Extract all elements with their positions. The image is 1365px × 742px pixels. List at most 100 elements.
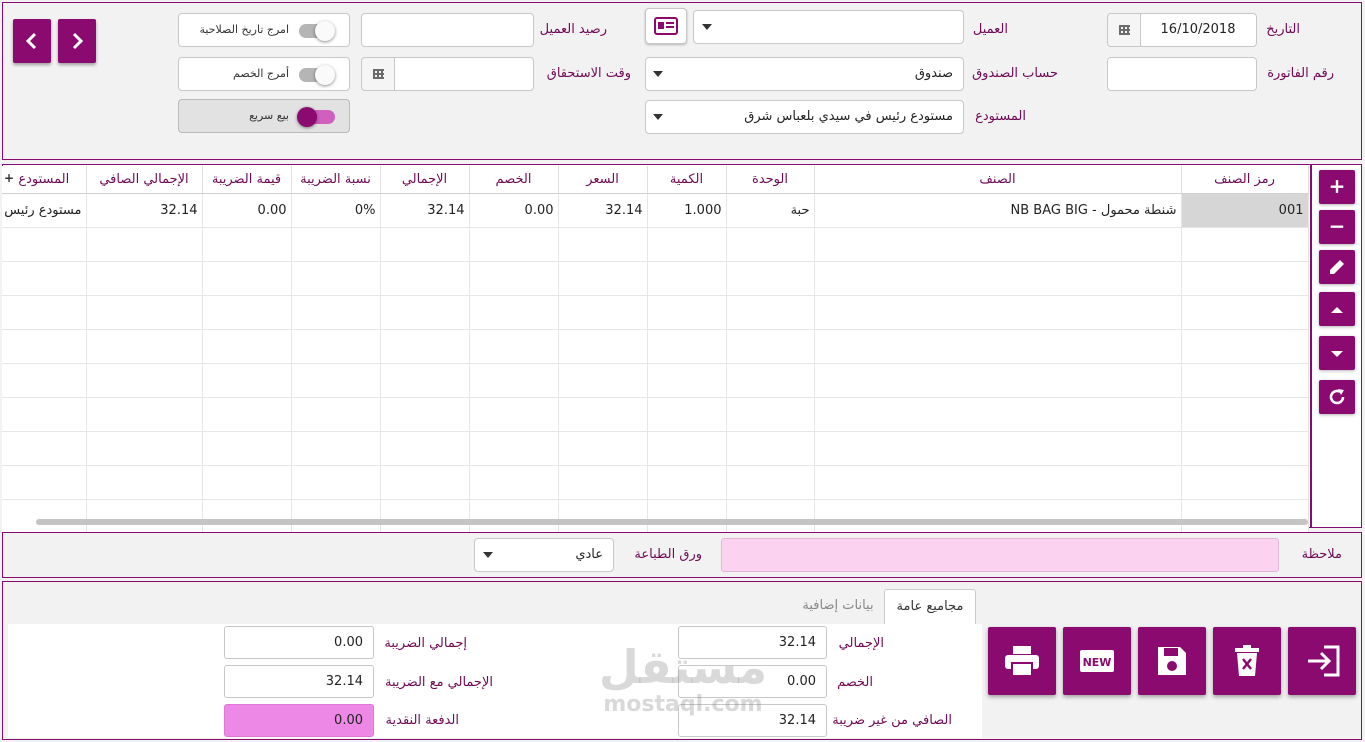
table-cell[interactable] — [202, 261, 292, 296]
table-cell[interactable] — [469, 261, 559, 296]
expiry-toggle-switch[interactable] — [299, 21, 335, 41]
table-cell[interactable] — [647, 295, 727, 330]
table-cell[interactable] — [202, 227, 292, 262]
table-cell[interactable] — [647, 261, 727, 296]
table-cell[interactable] — [86, 363, 203, 398]
date-calendar-button[interactable] — [1107, 13, 1141, 47]
cash-payment-field[interactable]: 0.00 — [224, 704, 374, 737]
prev-record-button[interactable] — [13, 19, 51, 63]
table-cell[interactable] — [2, 465, 87, 500]
table-cell[interactable] — [814, 465, 1182, 500]
table-row[interactable] — [2, 465, 1309, 500]
print-paper-select[interactable]: عادي — [474, 538, 614, 572]
table-cell[interactable] — [814, 499, 1182, 534]
table-cell[interactable] — [202, 465, 292, 500]
table-cell[interactable] — [558, 363, 648, 398]
table-cell[interactable] — [380, 295, 470, 330]
tab-extra-data[interactable]: بيانات إضافية — [792, 589, 884, 623]
table-row[interactable] — [2, 261, 1309, 296]
column-header[interactable]: الإجمالي الصافي — [86, 166, 203, 194]
table-cell[interactable] — [202, 397, 292, 432]
table-cell[interactable] — [1181, 295, 1309, 330]
table-row[interactable] — [2, 227, 1309, 262]
table-cell[interactable] — [469, 227, 559, 262]
table-cell[interactable] — [291, 261, 381, 296]
table-cell[interactable] — [291, 295, 381, 330]
delete-button[interactable] — [1213, 627, 1281, 695]
customer-card-button[interactable] — [645, 8, 687, 44]
column-header[interactable]: رمز الصنف — [1181, 166, 1309, 194]
table-cell[interactable] — [469, 295, 559, 330]
table-cell[interactable] — [726, 397, 815, 432]
table-cell[interactable]: 0.00 — [469, 193, 559, 228]
print-button[interactable] — [988, 627, 1056, 695]
next-record-button[interactable] — [58, 19, 96, 63]
table-cell[interactable] — [202, 431, 292, 466]
table-cell[interactable]: 32.14 — [380, 193, 470, 228]
table-cell[interactable] — [647, 363, 727, 398]
column-header[interactable]: الإجمالي — [380, 166, 470, 194]
horizontal-scrollbar[interactable] — [36, 519, 1308, 525]
table-cell[interactable] — [291, 329, 381, 364]
table-cell[interactable] — [2, 261, 87, 296]
table-cell[interactable] — [469, 499, 559, 534]
table-cell[interactable] — [814, 227, 1182, 262]
quick-sale-toggle[interactable]: بيع سريع — [178, 99, 350, 133]
table-cell[interactable] — [380, 499, 470, 534]
table-cell[interactable] — [647, 431, 727, 466]
table-cell[interactable] — [1181, 499, 1309, 534]
move-up-button[interactable] — [1319, 292, 1355, 326]
column-header[interactable]: المستودع — [2, 166, 87, 194]
table-cell[interactable] — [647, 329, 727, 364]
table-cell[interactable] — [202, 499, 292, 534]
table-cell[interactable] — [558, 499, 648, 534]
table-cell[interactable] — [2, 329, 87, 364]
table-cell[interactable] — [814, 397, 1182, 432]
table-cell[interactable] — [558, 227, 648, 262]
warehouse-select[interactable]: مستودع رئيس في سيدي بلعباس شرق — [645, 100, 964, 134]
table-cell[interactable] — [86, 329, 203, 364]
table-row[interactable] — [2, 329, 1309, 364]
table-cell[interactable] — [380, 465, 470, 500]
table-cell[interactable] — [814, 261, 1182, 296]
table-cell[interactable] — [1181, 261, 1309, 296]
exit-button[interactable] — [1288, 627, 1356, 695]
table-cell[interactable]: 32.14 — [86, 193, 203, 228]
table-row[interactable]: مستودع رئيس 32.14 0.00 0% 32.14 0.00 32.14 1.00… — [2, 193, 1309, 228]
table-cell[interactable] — [2, 431, 87, 466]
table-cell[interactable]: مستودع رئيس — [2, 193, 87, 228]
table-cell[interactable] — [2, 295, 87, 330]
discount-toggle[interactable]: أمرج الخصم — [178, 57, 350, 91]
column-header[interactable]: السعر — [558, 166, 648, 194]
table-cell[interactable]: 001 — [1181, 193, 1309, 228]
table-cell[interactable]: شنطة محمول - NB BAG BIG — [814, 193, 1182, 228]
date-field[interactable]: 16/10/2018 — [1139, 13, 1257, 47]
due-time-field[interactable] — [393, 57, 534, 91]
column-chooser-plus-icon[interactable]: + — [4, 171, 14, 185]
column-header[interactable]: الخصم — [469, 166, 559, 194]
table-cell[interactable]: حبة — [726, 193, 815, 228]
table-cell[interactable] — [1181, 431, 1309, 466]
table-cell[interactable] — [2, 499, 87, 534]
note-field[interactable] — [721, 538, 1279, 572]
table-row[interactable] — [2, 499, 1309, 534]
expiry-toggle[interactable]: امرج تاريخ الصلاحية — [178, 13, 350, 47]
cashbox-select[interactable]: صندوق — [645, 57, 964, 91]
table-cell[interactable] — [86, 397, 203, 432]
table-cell[interactable] — [814, 431, 1182, 466]
table-cell[interactable] — [469, 465, 559, 500]
table-cell[interactable] — [469, 397, 559, 432]
invoice-number-field[interactable] — [1107, 57, 1257, 91]
table-row[interactable] — [2, 363, 1309, 398]
table-cell[interactable] — [558, 261, 648, 296]
table-cell[interactable] — [814, 329, 1182, 364]
table-cell[interactable] — [814, 363, 1182, 398]
table-cell[interactable] — [647, 397, 727, 432]
quick-sale-toggle-switch[interactable] — [297, 107, 335, 127]
edit-row-button[interactable] — [1319, 250, 1355, 284]
column-header[interactable]: قيمة الضريبة — [202, 166, 292, 194]
table-cell[interactable] — [1181, 329, 1309, 364]
table-cell[interactable] — [2, 397, 87, 432]
new-button[interactable]: NEW — [1063, 627, 1131, 695]
table-cell[interactable] — [647, 227, 727, 262]
